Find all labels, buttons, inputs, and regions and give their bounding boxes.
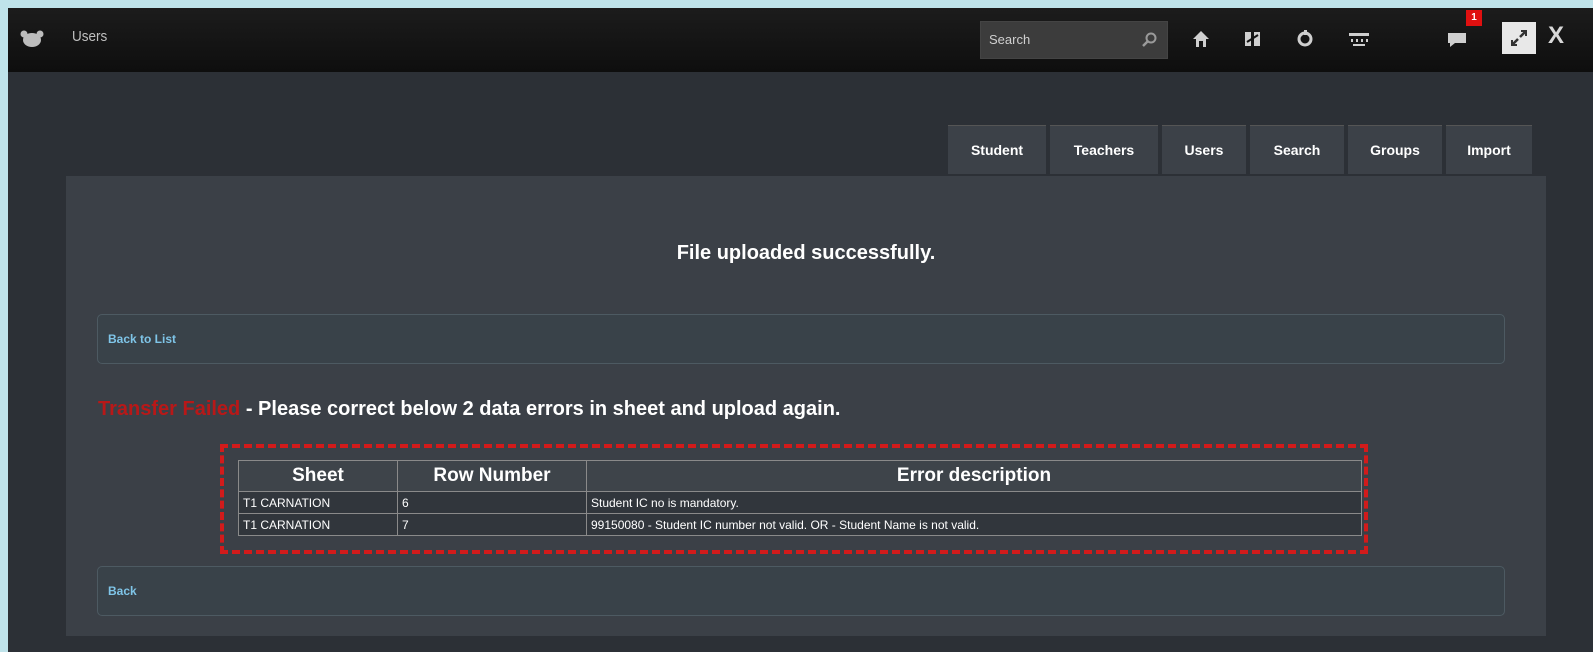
cell-row-number: 6 [397, 491, 587, 514]
table-row: T1 CARNATION 6 Student IC no is mandator… [238, 491, 1362, 514]
error-table: Sheet Row Number Error description T1 CA… [238, 460, 1362, 536]
back-to-list-bar: Back to List [97, 314, 1505, 364]
app-window: Users 1 X Student Teachers Us [8, 8, 1593, 652]
app-title: Users [72, 28, 108, 45]
tab-import[interactable]: Import [1446, 125, 1532, 174]
restore-window-icon[interactable] [1502, 22, 1536, 54]
table-row: T1 CARNATION 7 99150080 - Student IC num… [238, 513, 1362, 536]
search-input[interactable] [987, 31, 1131, 48]
column-header-row-number: Row Number [397, 460, 587, 492]
dashboard-icon[interactable] [1240, 26, 1266, 52]
notification-badge: 1 [1466, 10, 1482, 26]
chat-icon[interactable] [1444, 26, 1470, 52]
transfer-failed-label: Transfer Failed [98, 398, 241, 420]
tab-users[interactable]: Users [1162, 125, 1246, 174]
cell-row-number: 7 [397, 513, 587, 536]
column-header-sheet: Sheet [238, 460, 398, 492]
cell-sheet: T1 CARNATION [238, 491, 398, 514]
home-icon[interactable] [1188, 26, 1214, 52]
search-icon[interactable] [1141, 32, 1157, 53]
column-header-error-description: Error description [586, 460, 1362, 492]
table-header-row: Sheet Row Number Error description [238, 460, 1362, 492]
cell-error-description: Student IC no is mandatory. [586, 491, 1362, 514]
back-bar: Back [97, 566, 1505, 616]
tab-groups[interactable]: Groups [1348, 125, 1442, 174]
back-to-list-link[interactable]: Back to List [108, 332, 176, 346]
error-message: - Please correct below 2 data errors in … [240, 398, 841, 420]
back-link[interactable]: Back [108, 584, 137, 598]
content-panel: File uploaded successfully. Back to List… [66, 176, 1546, 636]
cell-error-description: 99150080 - Student IC number not valid. … [586, 513, 1362, 536]
app-logo-icon [20, 30, 44, 48]
network-icon[interactable] [1346, 26, 1372, 52]
tab-bar: Student Teachers Users Search Groups Imp… [948, 125, 1532, 174]
tab-student[interactable]: Student [948, 125, 1046, 174]
refresh-icon[interactable] [1292, 26, 1318, 52]
tab-teachers[interactable]: Teachers [1050, 125, 1158, 174]
top-bar: Users 1 X [8, 8, 1593, 72]
tab-search[interactable]: Search [1250, 125, 1344, 174]
success-message: File uploaded successfully. [676, 242, 936, 264]
error-heading: Transfer Failed - Please correct below 2… [98, 398, 840, 421]
cell-sheet: T1 CARNATION [238, 513, 398, 536]
search-box [980, 21, 1168, 59]
close-icon[interactable]: X [1548, 22, 1564, 50]
